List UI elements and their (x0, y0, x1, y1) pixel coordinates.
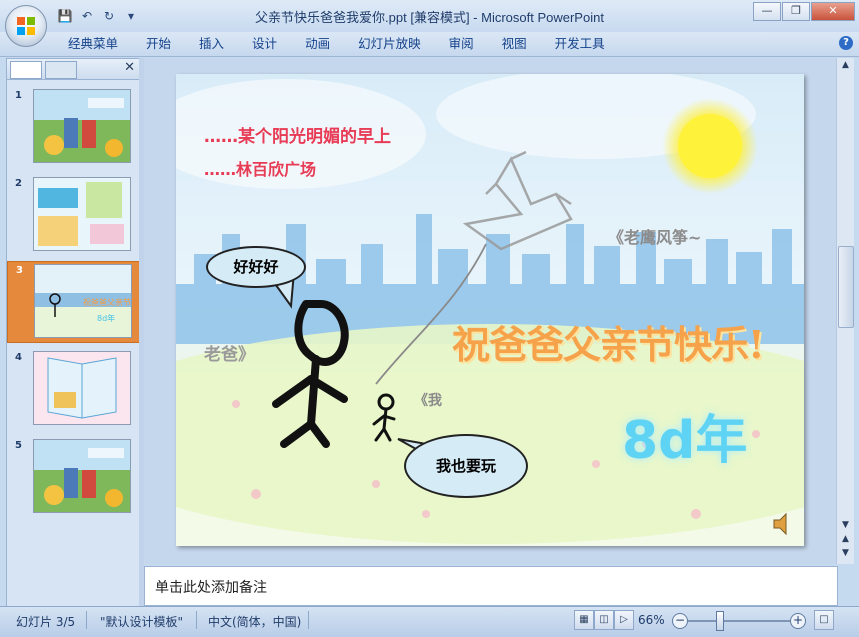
slides-tab[interactable] (10, 61, 42, 79)
template-status: "默认设计模板" (100, 615, 184, 629)
slide-canvas-area: ……某个阳光明媚的早上 ……林百欣广场 《老鹰风筝~ 老爸》 《我 好好好 我也… (144, 58, 836, 564)
thumbnail-image (33, 351, 131, 425)
current-slide[interactable]: ……某个阳光明媚的早上 ……林百欣广场 《老鹰风筝~ 老爸》 《我 好好好 我也… (176, 74, 804, 546)
svg-text:祝爸爸父亲节快乐: 祝爸爸父亲节快乐 (83, 297, 131, 307)
thumbnail-image: 祝爸爸父亲节快乐 8d年 (34, 264, 132, 338)
thumbnail-image (33, 177, 131, 251)
fit-to-window-icon[interactable]: □ (814, 610, 834, 630)
scroll-thumb[interactable] (838, 246, 854, 328)
status-divider (196, 611, 197, 629)
zoom-in-icon[interactable]: + (790, 613, 806, 629)
tab-developer[interactable]: 开发工具 (541, 36, 619, 52)
notes-placeholder: 单击此处添加备注 (155, 580, 267, 596)
speech-bubble-kid-text: 我也要玩 (435, 457, 496, 475)
slideshow-view-icon[interactable]: ▷ (614, 610, 634, 630)
title-bar: 💾 ↶ ↻ ▾ 父亲节快乐爸爸我爱你.ppt [兼容模式] - Microsof… (0, 0, 859, 32)
notes-pane[interactable]: 单击此处添加备注 (144, 566, 838, 606)
thumbnail-image (33, 89, 131, 163)
svg-text:8d年: 8d年 (97, 313, 115, 323)
tab-home[interactable]: 开始 (132, 36, 185, 52)
scroll-up-icon[interactable]: ▲ (837, 58, 854, 72)
zoom-level[interactable]: 66% (638, 613, 665, 627)
ribbon: 经典菜单 开始 插入 设计 动画 幻灯片放映 审阅 视图 开发工具 ? (0, 32, 859, 57)
slides-pane: ✕ 1 2 3 祝爸爸父亲节 8d年 4 5 (6, 58, 141, 608)
tab-view[interactable]: 视图 (488, 36, 541, 52)
normal-view-icon[interactable]: ▦ (574, 610, 594, 630)
slide-thumbnail-2[interactable]: 2 (7, 175, 139, 255)
restore-button[interactable]: ❐ (782, 2, 810, 21)
thumbnail-number: 2 (15, 178, 22, 189)
outline-tab[interactable] (45, 61, 77, 79)
speech-bubble-kid[interactable]: 我也要玩 (404, 434, 528, 498)
slide-text-line2[interactable]: ……林百欣广场 (204, 156, 316, 180)
speech-bubble-dad-text: 好好好 (233, 258, 279, 276)
slide-text-line1[interactable]: ……某个阳光明媚的早上 (204, 122, 391, 147)
slide-thumbnail-3[interactable]: 3 祝爸爸父亲节快乐 8d年 (7, 261, 141, 343)
window-title: 父亲节快乐爸爸我爱你.ppt [兼容模式] - Microsoft PowerP… (255, 10, 604, 25)
next-slide-icon[interactable]: ▼ (837, 546, 854, 560)
thumbnail-number: 4 (15, 352, 22, 363)
office-button[interactable] (5, 5, 47, 47)
thumbnail-image (33, 439, 131, 513)
slide-age-text[interactable]: 8d年 (622, 398, 747, 473)
slide-main-title[interactable]: 祝爸爸父亲节快乐! (452, 314, 765, 369)
thumbnail-number: 5 (15, 440, 22, 451)
ribbon-tabs: 经典菜单 开始 插入 设计 动画 幻灯片放映 审阅 视图 开发工具 (54, 36, 619, 52)
status-bar: 幻灯片 3/5 "默认设计模板" 中文(简体，中国) ▦ ◫ ▷ 66% − +… (0, 606, 859, 637)
kite-label[interactable]: 《老鹰风筝~ (608, 224, 701, 248)
vertical-scrollbar[interactable]: ▲ ▼ ▲ ▼ (836, 58, 854, 564)
tab-review[interactable]: 审阅 (435, 36, 488, 52)
close-pane-icon[interactable]: ✕ (124, 60, 135, 75)
tab-classic-menu[interactable]: 经典菜单 (54, 36, 132, 52)
tab-design[interactable]: 设计 (238, 36, 291, 52)
minimize-button[interactable]: — (753, 2, 781, 21)
slide-thumbnail-4[interactable]: 4 (7, 349, 139, 429)
speech-bubble-dad[interactable]: 好好好 (206, 246, 306, 288)
status-divider (308, 611, 309, 629)
status-divider (86, 611, 87, 629)
tab-animations[interactable]: 动画 (291, 36, 344, 52)
slide-count-status: 幻灯片 3/5 (16, 615, 76, 629)
dad-label[interactable]: 老爸》 (204, 340, 255, 365)
office-logo-icon (17, 17, 35, 35)
zoom-out-icon[interactable]: − (672, 613, 688, 629)
zoom-slider-track[interactable] (688, 620, 792, 622)
me-label[interactable]: 《我 (414, 390, 442, 410)
tab-slideshow[interactable]: 幻灯片放映 (344, 36, 435, 52)
thumbnail-number: 1 (15, 90, 22, 101)
close-button[interactable]: ✕ (811, 2, 855, 21)
slide-thumbnail-5[interactable]: 5 (7, 437, 139, 517)
speaker-icon (773, 512, 787, 536)
scroll-down-icon[interactable]: ▼ (837, 518, 854, 532)
tab-insert[interactable]: 插入 (185, 36, 238, 52)
thumbnail-number: 3 (16, 265, 23, 276)
slides-pane-tabs: ✕ (7, 59, 139, 80)
slide-sorter-view-icon[interactable]: ◫ (594, 610, 614, 630)
previous-slide-icon[interactable]: ▲ (837, 532, 854, 546)
language-status[interactable]: 中文(简体，中国) (208, 613, 301, 630)
help-icon[interactable]: ? (839, 36, 853, 50)
zoom-slider-handle[interactable] (716, 611, 724, 631)
window-controls: — ❐ ✕ (752, 2, 855, 21)
slide-thumbnail-1[interactable]: 1 (7, 87, 139, 167)
